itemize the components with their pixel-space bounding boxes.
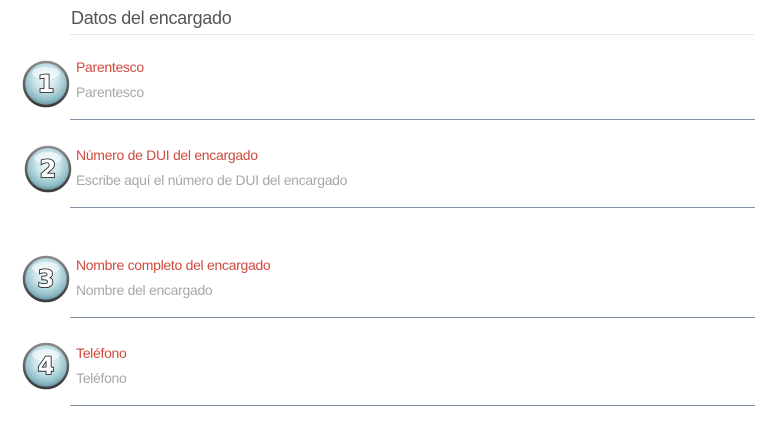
- svg-text:3: 3: [38, 265, 55, 293]
- step-1-badge-icon: 1: [22, 60, 70, 108]
- field-parentesco: Parentesco: [70, 59, 755, 120]
- svg-text:4: 4: [38, 352, 55, 380]
- field-label-telefono: Teléfono: [76, 345, 127, 361]
- field-dui: Número de DUI del encargado: [70, 147, 755, 208]
- step-4-badge-icon: 4: [22, 342, 70, 390]
- svg-text:2: 2: [40, 155, 57, 183]
- parentesco-input[interactable]: [74, 80, 748, 104]
- telefono-input[interactable]: [74, 366, 748, 390]
- field-label-parentesco: Parentesco: [76, 59, 144, 75]
- section-divider: [70, 34, 754, 35]
- dui-input[interactable]: [74, 168, 748, 192]
- step-2-badge-icon: 2: [24, 145, 72, 193]
- nombre-completo-input[interactable]: [74, 278, 748, 302]
- section-title: Datos del encargado: [71, 8, 232, 28]
- step-3-badge-icon: 3: [22, 255, 70, 303]
- svg-text:1: 1: [38, 70, 55, 98]
- field-telefono: Teléfono: [70, 345, 755, 406]
- field-label-dui: Número de DUI del encargado: [76, 147, 258, 163]
- field-nombre-completo: Nombre completo del encargado: [70, 257, 755, 318]
- field-label-nombre-completo: Nombre completo del encargado: [76, 257, 271, 273]
